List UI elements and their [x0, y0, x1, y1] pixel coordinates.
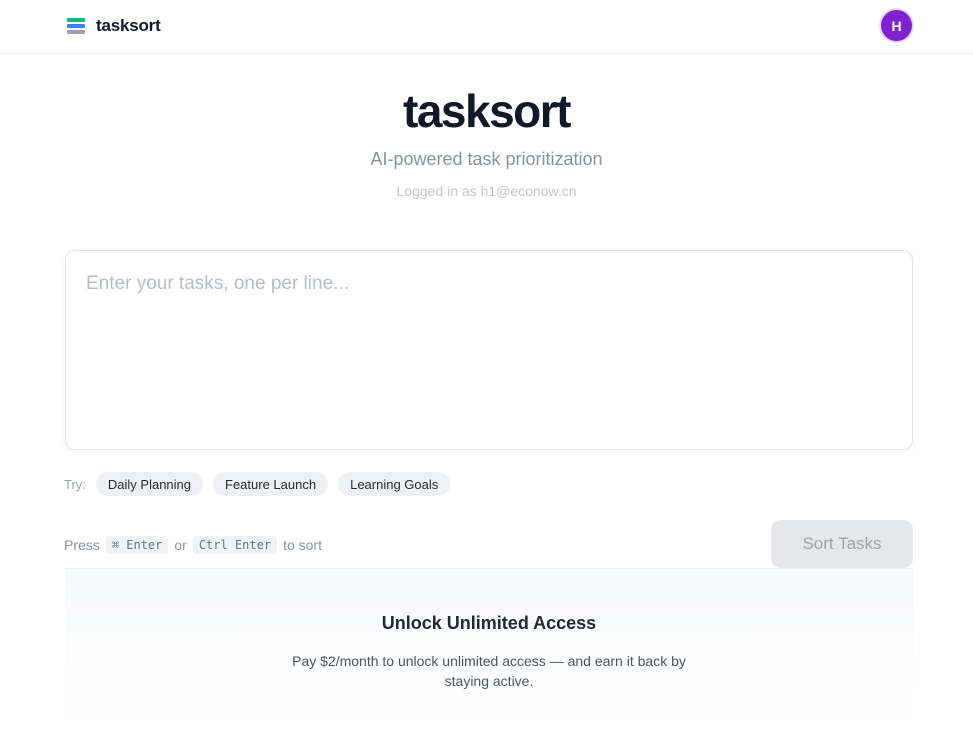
- example-chips-row: Try: Daily Planning Feature Launch Learn…: [64, 472, 451, 496]
- unlock-panel: Unlock Unlimited Access Pay $2/month to …: [65, 568, 913, 729]
- logged-in-status: Logged in as h1@econow.cn: [396, 183, 577, 199]
- sort-tasks-button[interactable]: Sort Tasks: [771, 520, 913, 568]
- try-label: Try:: [64, 476, 86, 492]
- unlock-description: Pay $2/month to unlock unlimited access …: [292, 653, 686, 689]
- top-navbar: tasksort H: [0, 0, 973, 54]
- page-subtitle: AI-powered task prioritization: [370, 149, 603, 169]
- brand-logo[interactable]: tasksort: [66, 14, 161, 38]
- keyboard-shortcut-hint: Press ⌘ Enter or Ctrl Enter to sort: [64, 535, 322, 555]
- task-input-container: [65, 250, 913, 450]
- task-input[interactable]: [66, 251, 912, 449]
- stacked-layers-icon: [66, 16, 86, 36]
- mac-shortcut-key: ⌘ Enter: [105, 536, 169, 554]
- ctrl-shortcut-key: Ctrl Enter: [192, 536, 278, 554]
- hint-suffix: to sort: [283, 537, 322, 553]
- brand-name: tasksort: [96, 16, 161, 35]
- user-avatar[interactable]: H: [881, 10, 912, 41]
- example-chip-daily-planning[interactable]: Daily Planning: [95, 472, 204, 496]
- example-chip-feature-launch[interactable]: Feature Launch: [213, 472, 329, 496]
- hint-press: Press: [64, 537, 100, 553]
- example-chip-learning-goals[interactable]: Learning Goals: [338, 472, 451, 496]
- page-title: tasksort: [403, 85, 571, 137]
- hint-or: or: [174, 537, 187, 553]
- unlock-title: Unlock Unlimited Access: [381, 613, 597, 633]
